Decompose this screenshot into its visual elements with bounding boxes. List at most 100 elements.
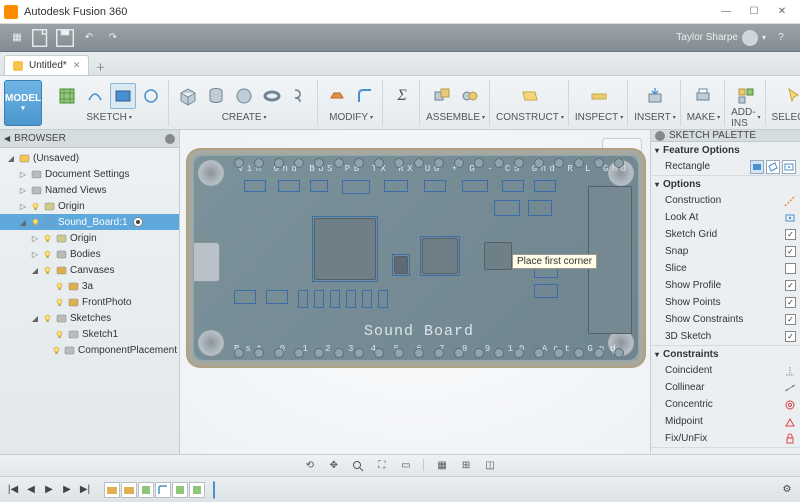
checkbox[interactable]	[785, 314, 796, 325]
parameters-button[interactable]: Σ	[389, 83, 415, 109]
addins-button[interactable]	[733, 83, 759, 109]
timeline-marker[interactable]	[213, 481, 227, 499]
viewport-layout-button[interactable]: ◫	[481, 458, 499, 474]
visibility-bulb-icon[interactable]	[54, 281, 64, 291]
timeline-step[interactable]	[121, 482, 137, 498]
undo-button[interactable]: ↶	[78, 27, 100, 49]
checkbox[interactable]	[785, 297, 796, 308]
palette-header[interactable]: SKETCH PALETTE	[651, 130, 800, 142]
workspace-switcher[interactable]: MODEL ▾	[4, 80, 42, 126]
cylinder-button[interactable]	[203, 83, 229, 109]
browser-node[interactable]: ComponentPlacement	[0, 342, 179, 358]
constraint-row[interactable]: Fix/UnFix	[651, 430, 800, 447]
checkbox[interactable]	[785, 331, 796, 342]
active-component-radio[interactable]	[133, 217, 143, 227]
timeline-step[interactable]	[138, 482, 154, 498]
browser-node[interactable]: ◢Sketches	[0, 310, 179, 326]
maximize-button[interactable]: ☐	[740, 2, 768, 22]
close-button[interactable]: ✕	[768, 2, 796, 22]
constraint-row[interactable]: Concentric	[651, 396, 800, 413]
checkbox[interactable]	[785, 263, 796, 274]
measure-button[interactable]	[586, 83, 612, 109]
joint-button[interactable]	[457, 83, 483, 109]
sphere-button[interactable]	[231, 83, 257, 109]
checkbox[interactable]	[785, 246, 796, 257]
viewport-canvas[interactable]: TOP ┼ Vin Gnd BUS PB TX RX UG + G - CS G…	[180, 130, 650, 454]
option-row[interactable]: Show Points	[651, 294, 800, 311]
option-row[interactable]: Slice	[651, 260, 800, 277]
rectangle-tool-button[interactable]	[110, 83, 136, 109]
option-row[interactable]: Show Profile	[651, 277, 800, 294]
line-tool-button[interactable]	[82, 83, 108, 109]
browser-options-icon[interactable]	[165, 134, 175, 144]
circle-tool-button[interactable]	[138, 83, 164, 109]
fillet-button[interactable]	[352, 83, 378, 109]
zoom-button[interactable]	[349, 458, 367, 474]
visibility-bulb-icon[interactable]	[42, 233, 52, 243]
visibility-bulb-icon[interactable]	[42, 265, 52, 275]
create-sketch-button[interactable]	[54, 83, 80, 109]
palette-pin-icon[interactable]	[655, 131, 665, 141]
visibility-bulb-icon[interactable]	[51, 345, 60, 355]
option-row[interactable]: Sketch Grid	[651, 226, 800, 243]
fit-button[interactable]: ⛶	[373, 458, 391, 474]
tab-close-icon[interactable]: ✕	[73, 60, 81, 71]
help-button[interactable]: ?	[770, 27, 792, 49]
timeline-step[interactable]	[104, 482, 120, 498]
timeline-start-button[interactable]: |◀	[6, 483, 20, 497]
new-tab-button[interactable]: ＋	[91, 57, 109, 75]
document-tab[interactable]: Untitled* ✕	[4, 55, 89, 75]
checkbox[interactable]	[785, 229, 796, 240]
grid-apps-icon[interactable]: ▦	[6, 27, 28, 49]
timeline-step[interactable]	[172, 482, 188, 498]
insert-button[interactable]	[642, 83, 668, 109]
orbit-button[interactable]: ⟲	[301, 458, 319, 474]
browser-node[interactable]: 3a	[0, 278, 179, 294]
visibility-bulb-icon[interactable]	[30, 217, 40, 227]
timeline-play-button[interactable]: ▶	[42, 483, 56, 497]
constraint-row[interactable]: Midpoint	[651, 413, 800, 430]
select-button[interactable]	[781, 83, 800, 109]
box-button[interactable]	[175, 83, 201, 109]
constraint-row[interactable]: Coincident	[651, 362, 800, 379]
timeline-step[interactable]	[155, 482, 171, 498]
timeline-end-button[interactable]: ▶|	[78, 483, 92, 497]
rect-center-button[interactable]	[782, 160, 796, 174]
option-row[interactable]: Show Constraints	[651, 311, 800, 328]
rect-2point-button[interactable]	[750, 160, 764, 174]
look-at-button[interactable]: ▭	[397, 458, 415, 474]
print-button[interactable]	[690, 83, 716, 109]
browser-node[interactable]: ◢Sound_Board:1	[0, 214, 179, 230]
visibility-bulb-icon[interactable]	[30, 201, 40, 211]
option-row[interactable]: Snap	[651, 243, 800, 260]
browser-node[interactable]: ▷Origin	[0, 230, 179, 246]
timeline-prev-button[interactable]: ◀	[24, 483, 38, 497]
display-settings-button[interactable]: ▦	[433, 458, 451, 474]
grid-settings-button[interactable]: ⊞	[457, 458, 475, 474]
browser-header[interactable]: ◀ BROWSER	[0, 130, 179, 148]
timeline-settings-button[interactable]: ⚙	[780, 483, 794, 497]
user-menu[interactable]: Taylor Sharpe ▾	[676, 30, 766, 46]
browser-node[interactable]: ◢(Unsaved)	[0, 150, 179, 166]
option-row[interactable]: Construction	[651, 192, 800, 209]
file-button[interactable]	[30, 27, 52, 49]
option-row[interactable]: 3D Sketch	[651, 328, 800, 345]
pan-button[interactable]: ✥	[325, 458, 343, 474]
browser-node[interactable]: ▷Origin	[0, 198, 179, 214]
lookat-icon[interactable]	[784, 212, 796, 224]
torus-button[interactable]	[259, 83, 285, 109]
browser-node[interactable]: ▷Document Settings	[0, 166, 179, 182]
visibility-bulb-icon[interactable]	[42, 249, 52, 259]
option-row[interactable]: Look At	[651, 209, 800, 226]
press-pull-button[interactable]	[324, 83, 350, 109]
visibility-bulb-icon[interactable]	[54, 297, 64, 307]
browser-node[interactable]: Sketch1	[0, 326, 179, 342]
visibility-bulb-icon[interactable]	[42, 313, 52, 323]
rect-3point-button[interactable]	[766, 160, 780, 174]
redo-button[interactable]: ↷	[102, 27, 124, 49]
construction-icon[interactable]	[784, 195, 796, 207]
checkbox[interactable]	[785, 280, 796, 291]
minimize-button[interactable]: —	[712, 2, 740, 22]
timeline-step[interactable]	[189, 482, 205, 498]
browser-node[interactable]: ◢Canvases	[0, 262, 179, 278]
